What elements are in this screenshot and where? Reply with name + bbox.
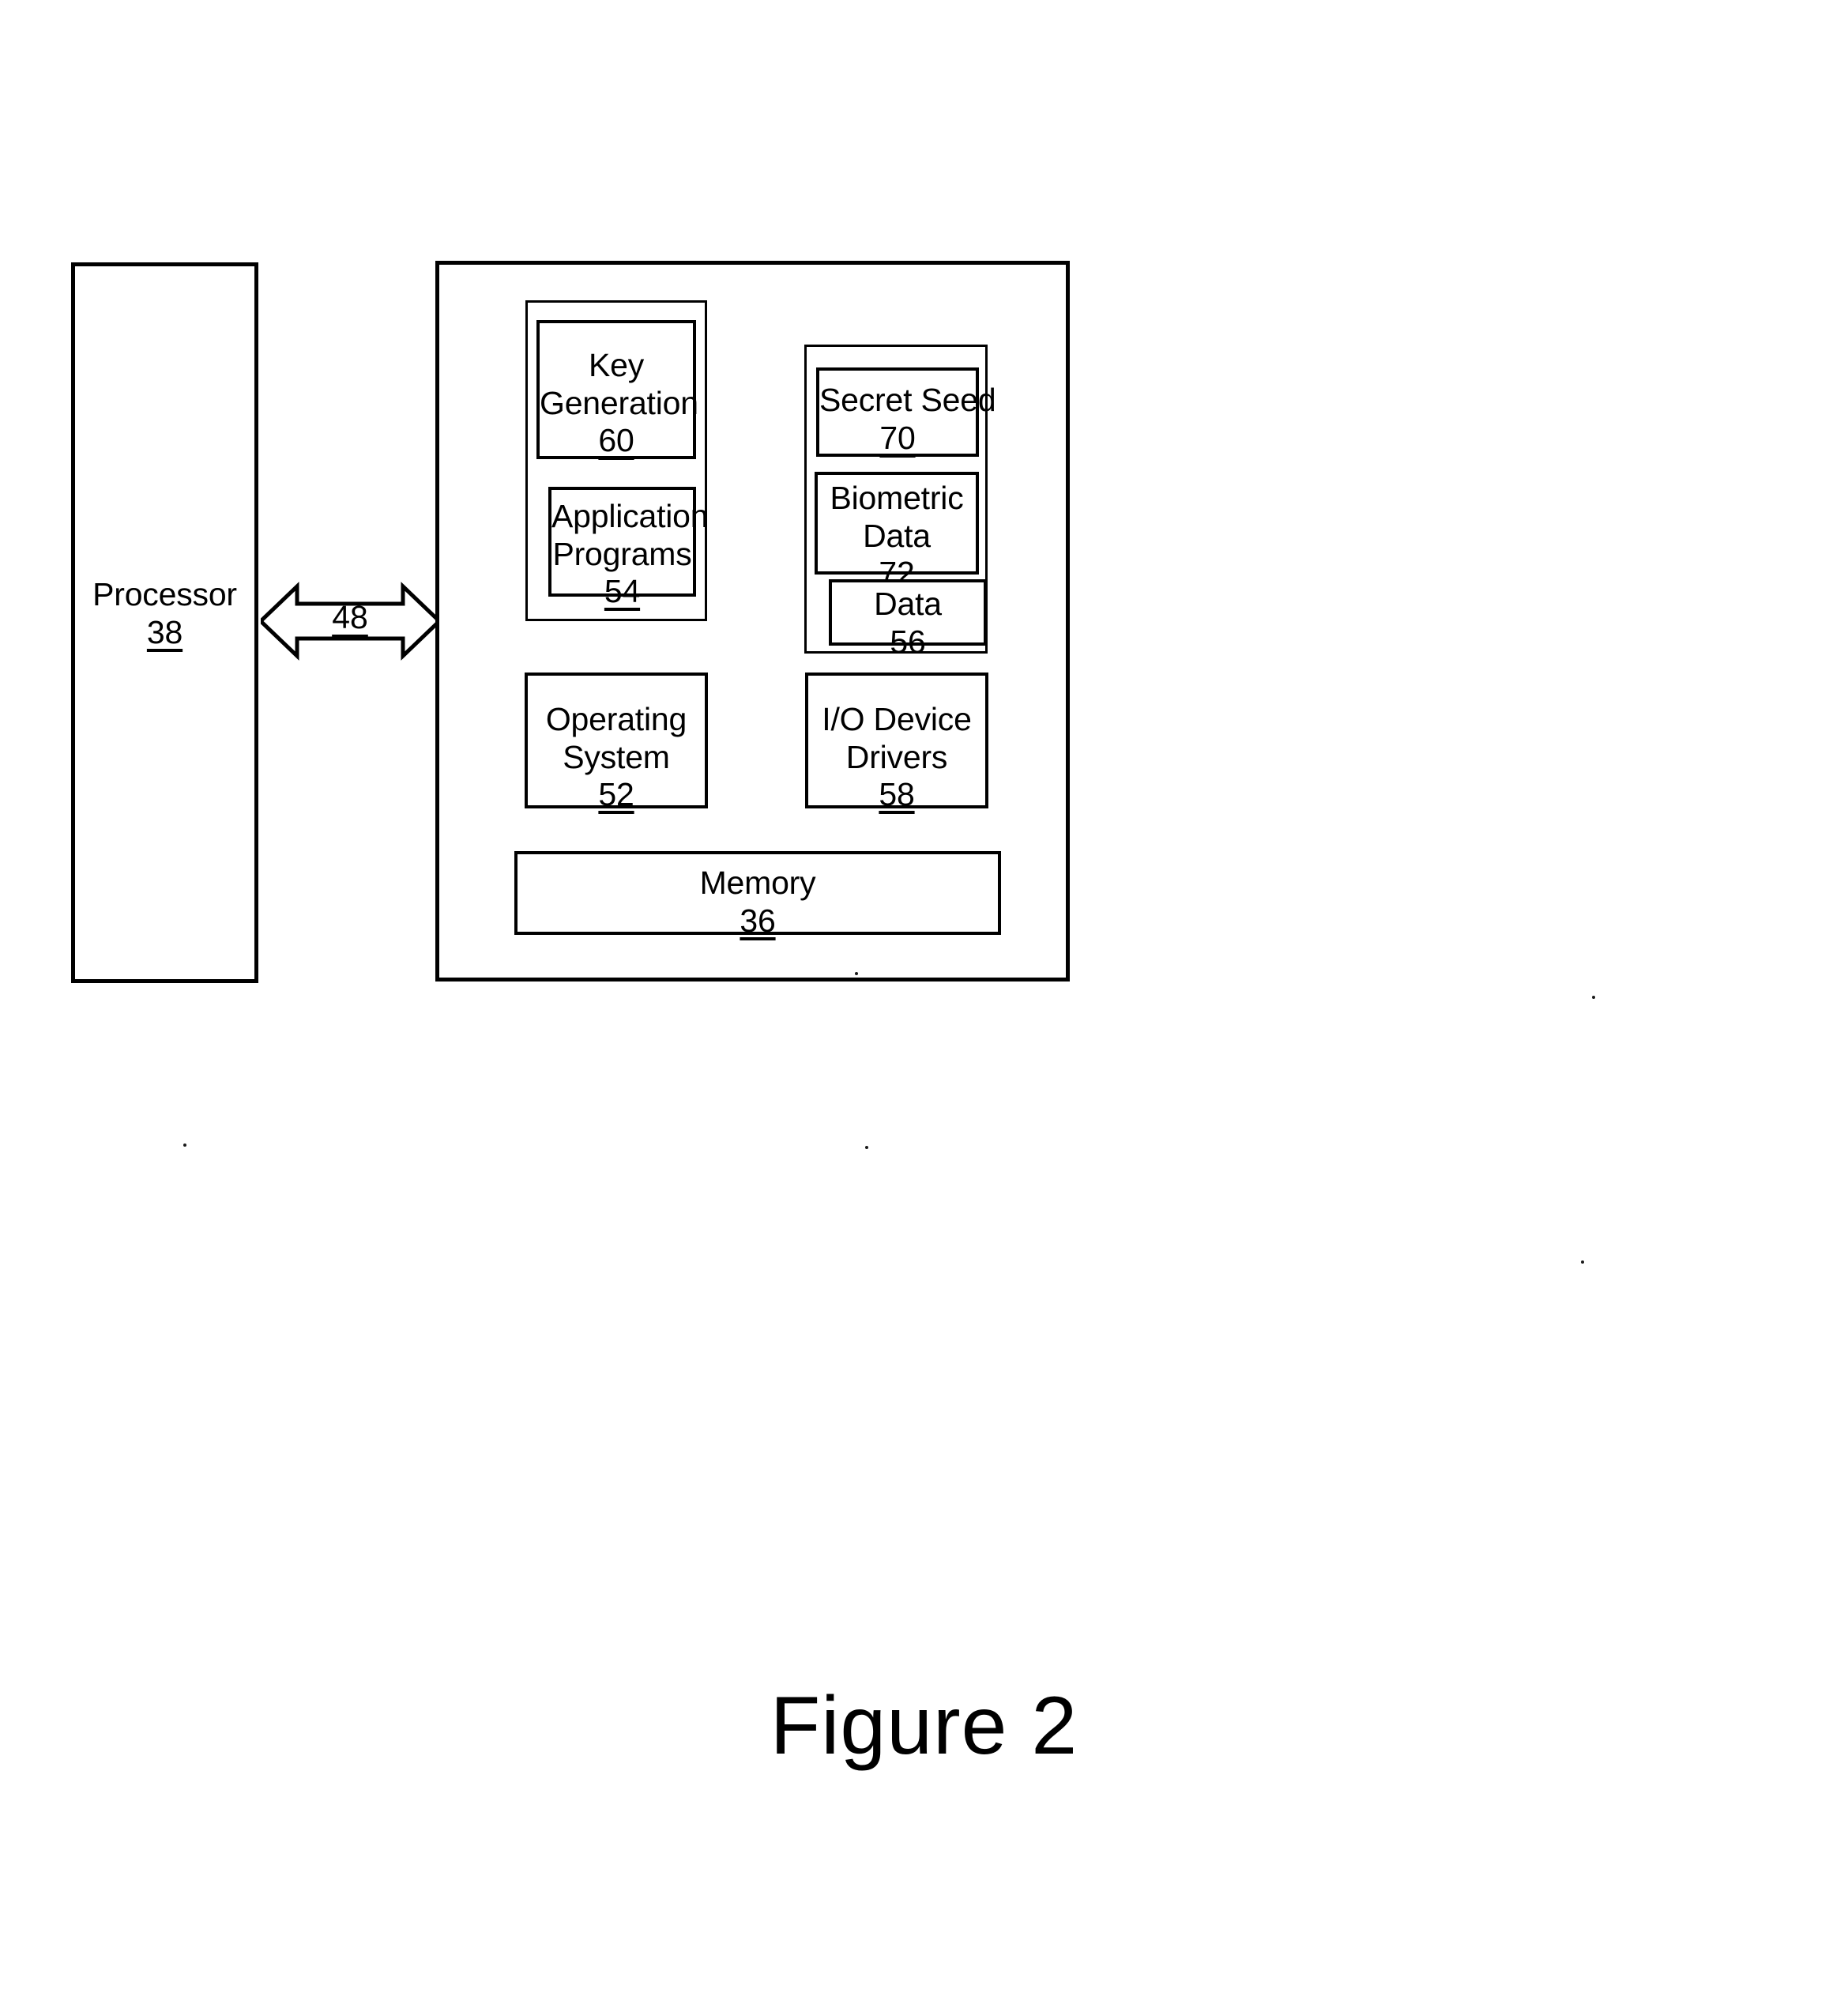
- io-device-drivers-label-line1: I/O Device: [822, 701, 972, 737]
- key-generation-label-line2: Generation: [540, 384, 698, 421]
- memory-block-text: Memory 36: [518, 865, 998, 940]
- key-generation-text: Key Generation 60: [540, 347, 698, 460]
- biometric-data-block: Biometric Data 72: [815, 472, 979, 591]
- data-block-text: Data 56: [832, 586, 984, 661]
- processor-label: Processor: [92, 576, 237, 612]
- secret-seed-block: Secret Seed 70: [816, 367, 996, 457]
- secret-seed-ref-number: 70: [879, 419, 916, 456]
- figure-caption: Figure 2: [770, 1680, 1078, 1772]
- processor-ref-number: 38: [146, 613, 183, 650]
- biometric-data-label-line1: Biometric: [830, 480, 964, 516]
- key-generation-label-line1: Key: [588, 347, 645, 383]
- application-programs-label-line1: Application: [551, 498, 709, 534]
- memory-block: Memory 36: [514, 851, 1001, 939]
- operating-system-block: Operating System 52: [525, 673, 708, 812]
- operating-system-label-line1: Operating: [545, 701, 687, 737]
- io-device-drivers-ref-number: 58: [879, 776, 915, 813]
- application-programs-ref-number: 54: [604, 573, 641, 610]
- memory-ref-number: 36: [740, 902, 776, 939]
- application-programs-text: Application Programs 54: [551, 498, 709, 611]
- io-device-drivers-label-line2: Drivers: [845, 738, 948, 775]
- biometric-data-text: Biometric Data 72: [818, 480, 976, 593]
- application-programs-label-line2: Programs: [552, 535, 692, 572]
- operating-system-label-line2: System: [563, 738, 670, 775]
- operating-system-text: Operating System 52: [528, 701, 705, 814]
- data-label: Data: [874, 586, 942, 622]
- operating-system-ref-number: 52: [598, 776, 634, 813]
- io-device-drivers-block: I/O Device Drivers 58: [805, 673, 988, 812]
- scan-speck: [183, 1144, 186, 1147]
- bus-ref-number: 48: [332, 599, 368, 635]
- secret-seed-text: Secret Seed 70: [819, 382, 996, 457]
- scan-speck: [1592, 996, 1595, 999]
- scan-speck: [865, 1146, 868, 1149]
- scan-speck: [1581, 1260, 1584, 1264]
- io-device-drivers-text: I/O Device Drivers 58: [808, 701, 985, 814]
- secret-seed-label: Secret Seed: [819, 382, 996, 418]
- processor-block: Processor 38: [71, 262, 258, 983]
- data-ref-number: 56: [890, 623, 926, 660]
- key-generation-block: Key Generation 60: [536, 320, 698, 460]
- figure-page: Processor 38 48 Key Generation 60 Applic…: [0, 0, 1848, 2012]
- scan-speck: [855, 972, 858, 975]
- biometric-data-label-line2: Data: [863, 517, 931, 554]
- key-generation-ref-number: 60: [598, 422, 634, 459]
- memory-label: Memory: [699, 865, 816, 901]
- processor-block-text: Processor 38: [75, 576, 254, 651]
- application-programs-block: Application Programs 54: [548, 487, 709, 609]
- data-block: Data 56: [829, 579, 987, 660]
